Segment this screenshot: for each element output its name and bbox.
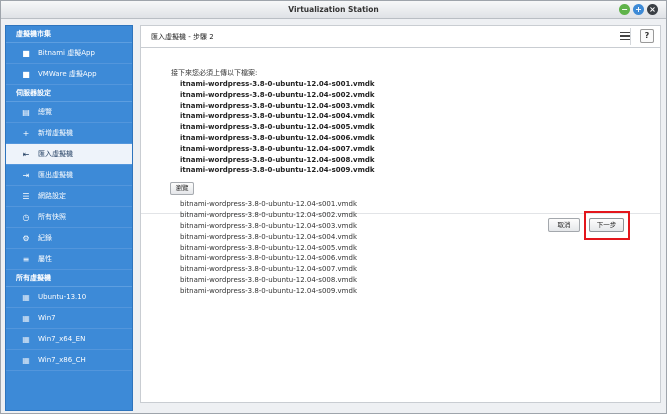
vmware-icon: ■ — [22, 69, 30, 79]
window-title: Virtualization Station — [288, 5, 379, 14]
required-file-item: itnami-wordpress-3.8-0-ubuntu-12.04-s004… — [180, 112, 375, 121]
main-panel: 匯入虛擬機 - 步驟 2 ? 接下來您必須上傳以下檔案: itnami-word… — [140, 25, 661, 403]
selected-file-list: bitnami-wordpress-3.8-0-ubuntu-12.04-s00… — [180, 199, 357, 297]
snapshot-icon: ◷ — [22, 212, 30, 222]
sidebar-item[interactable]: ⚙ 紀錄 — [6, 228, 132, 249]
selected-file-item: bitnami-wordpress-3.8-0-ubuntu-12.04-s00… — [180, 200, 358, 208]
required-file-item: itnami-wordpress-3.8-0-ubuntu-12.04-s002… — [180, 90, 375, 99]
vm-icon: ▦ — [22, 334, 30, 344]
export-icon: ⇥ — [22, 170, 30, 180]
maximize-icon[interactable]: + — [633, 4, 644, 15]
sidebar-item-label: Win7_x86_CH — [38, 356, 86, 364]
selected-file-item: bitnami-wordpress-3.8-0-ubuntu-12.04-s00… — [180, 243, 358, 252]
sidebar-section-title: 所有虛擬機 — [6, 270, 132, 287]
selected-file-item: bitnami-wordpress-3.8-0-ubuntu-12.04-s00… — [180, 221, 358, 230]
vm-icon: ▦ — [22, 355, 30, 365]
cancel-button[interactable]: 取消 — [548, 218, 580, 232]
vm-icon: ▦ — [22, 313, 30, 323]
selected-file-item: bitnami-wordpress-3.8-0-ubuntu-12.04-s00… — [180, 287, 358, 296]
sidebar-item-label: Win7 — [38, 314, 56, 322]
required-file-list: itnami-wordpress-3.8-0-ubuntu-12.04-s001… — [180, 79, 375, 176]
selected-file-item: bitnami-wordpress-3.8-0-ubuntu-12.04-s00… — [180, 254, 358, 263]
sidebar-item[interactable]: ▦ Ubuntu-13.10 — [6, 287, 132, 308]
required-file-item: itnami-wordpress-3.8-0-ubuntu-12.04-s008… — [180, 155, 375, 164]
title-bar: Virtualization Station − + × — [1, 1, 666, 19]
sidebar-item[interactable]: ▦ Win7_x86_CH — [6, 350, 132, 371]
page-title: 匯入虛擬機 - 步驟 2 — [151, 33, 214, 41]
sidebar-item[interactable]: ■ Bitnami 虛擬App — [6, 43, 132, 64]
sidebar-item-label: 總覽 — [38, 108, 52, 116]
sidebar-item-label: 所有快照 — [38, 213, 66, 221]
required-file-item: itnami-wordpress-3.8-0-ubuntu-12.04-s001… — [180, 80, 375, 88]
import-icon: ⇤ — [22, 149, 30, 159]
overview-icon: ▤ — [22, 107, 30, 117]
sidebar-item[interactable]: + 新增虛擬機 — [6, 123, 132, 144]
sidebar-item[interactable]: ▤ 總覽 — [6, 102, 132, 123]
sidebar-section-title: 伺服器設定 — [6, 85, 132, 102]
sidebar-item[interactable]: ⇥ 匯出虛擬機 — [6, 165, 132, 186]
sidebar-item[interactable]: ⇤ 匯入虛擬機 — [6, 144, 132, 165]
sidebar-item-label: 匯出虛擬機 — [38, 171, 73, 179]
menu-icon[interactable] — [618, 30, 632, 43]
sidebar-item-label: 新增虛擬機 — [38, 129, 73, 137]
app-window: Virtualization Station − + × 虛擬機市集 ■ Bitna… — [0, 0, 667, 414]
selected-file-item: bitnami-wordpress-3.8-0-ubuntu-12.04-s00… — [180, 232, 358, 241]
sidebar-item-label: 紀錄 — [38, 234, 52, 242]
sidebar-item[interactable]: ◷ 所有快照 — [6, 207, 132, 228]
sidebar-item-label: Bitnami 虛擬App — [38, 49, 95, 57]
sidebar-item[interactable]: ▦ Win7 — [6, 308, 132, 329]
highlight-box — [584, 211, 630, 240]
sidebar-section-title: 虛擬機市集 — [6, 26, 132, 43]
sidebar-item[interactable]: ■ VMWare 虛擬App — [6, 64, 132, 85]
instruction-text: 接下來您必須上傳以下檔案: — [171, 69, 258, 77]
plus-icon: + — [22, 128, 30, 138]
close-icon[interactable]: × — [647, 4, 658, 15]
properties-icon: ≡ — [22, 254, 30, 264]
browse-button[interactable]: 瀏覽 — [170, 182, 194, 195]
sidebar: 虛擬機市集 ■ Bitnami 虛擬App ■ VMWare 虛擬App 伺服器設定 ▤ 總覽… — [5, 25, 133, 411]
log-icon: ⚙ — [22, 233, 30, 243]
required-file-item: itnami-wordpress-3.8-0-ubuntu-12.04-s005… — [180, 123, 375, 132]
required-file-item: itnami-wordpress-3.8-0-ubuntu-12.04-s006… — [180, 133, 375, 142]
selected-file-item: bitnami-wordpress-3.8-0-ubuntu-12.04-s00… — [180, 276, 358, 285]
sidebar-item[interactable]: ▦ Win7_x64_EN — [6, 329, 132, 350]
vm-icon: ▦ — [22, 292, 30, 302]
sidebar-item-label: 匯入虛擬機 — [38, 150, 73, 158]
selected-file-item: bitnami-wordpress-3.8-0-ubuntu-12.04-s00… — [180, 210, 358, 219]
help-icon[interactable]: ? — [640, 29, 654, 43]
sidebar-item-label: 屬性 — [38, 255, 52, 263]
required-file-item: itnami-wordpress-3.8-0-ubuntu-12.04-s009… — [180, 166, 375, 175]
sidebar-item-label: VMWare 虛擬App — [38, 70, 97, 78]
sidebar-item[interactable]: ≡ 屬性 — [6, 249, 132, 270]
sidebar-item[interactable]: ☰ 網路設定 — [6, 186, 132, 207]
required-file-item: itnami-wordpress-3.8-0-ubuntu-12.04-s003… — [180, 101, 375, 110]
selected-file-item: bitnami-wordpress-3.8-0-ubuntu-12.04-s00… — [180, 265, 358, 274]
header-icons: ? — [618, 29, 654, 43]
minimize-icon[interactable]: − — [619, 4, 630, 15]
network-icon: ☰ — [22, 191, 30, 201]
sidebar-item-label: 網路設定 — [38, 192, 66, 200]
panel-header: 匯入虛擬機 - 步驟 2 ? — [141, 26, 660, 48]
window-controls: − + × — [619, 4, 658, 15]
sidebar-item-label: Win7_x64_EN — [38, 335, 86, 343]
sidebar-item-label: Ubuntu-13.10 — [38, 293, 87, 301]
required-file-item: itnami-wordpress-3.8-0-ubuntu-12.04-s007… — [180, 144, 375, 153]
bitnami-icon: ■ — [22, 48, 30, 58]
